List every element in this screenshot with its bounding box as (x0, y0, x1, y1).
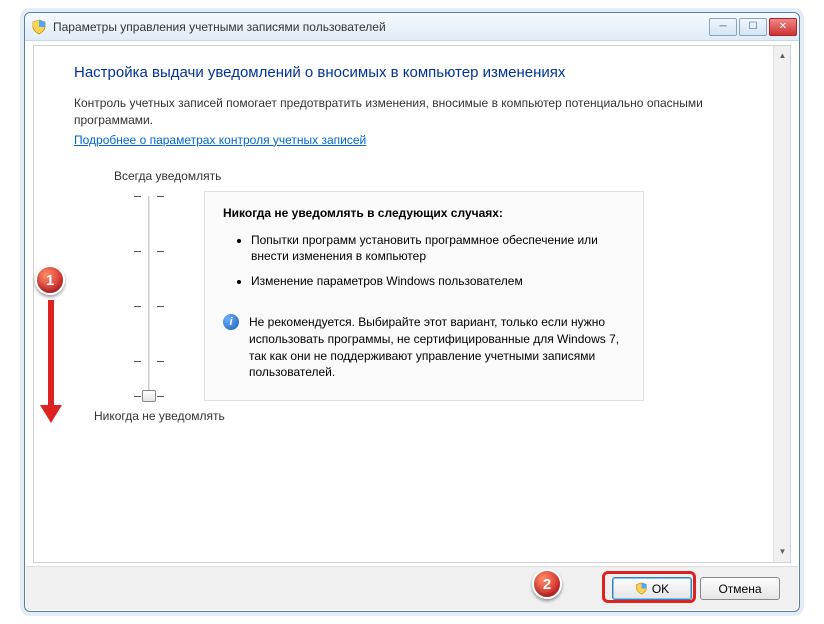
button-bar: OK Отмена (26, 566, 798, 610)
annotation-arrow (48, 300, 54, 410)
panel-title: Никогда не уведомлять в следующих случая… (223, 206, 625, 220)
page-title: Настройка выдачи уведомлений о вносимых … (74, 64, 733, 81)
uac-slider[interactable] (134, 191, 164, 401)
annotation-badge-2: 2 (532, 569, 562, 599)
scroll-up-icon[interactable]: ▲ (775, 47, 790, 64)
titlebar: Параметры управления учетными записями п… (25, 13, 799, 41)
maximize-button[interactable]: ☐ (739, 18, 767, 36)
uac-help-link[interactable]: Подробнее о параметрах контроля учетных … (74, 133, 366, 147)
scroll-down-icon[interactable]: ▼ (775, 543, 790, 560)
slider-label-top: Всегда уведомлять (114, 169, 733, 183)
slider-track-line (148, 196, 150, 396)
slider-section: Всегда уведомлять (74, 169, 733, 423)
close-button[interactable]: ✕ (769, 18, 797, 36)
slider-tick (134, 306, 164, 307)
slider-tick (134, 196, 164, 197)
shield-icon (31, 19, 47, 35)
ok-button-label: OK (652, 582, 669, 596)
slider-tick (134, 251, 164, 252)
slider-label-bottom: Никогда не уведомлять (94, 409, 733, 423)
shield-icon (635, 582, 648, 595)
list-item: Попытки программ установить программное … (251, 232, 625, 266)
annotation-arrow-head (40, 405, 62, 423)
content-inner: Настройка выдачи уведомлений о вносимых … (34, 46, 773, 441)
uac-settings-window: Параметры управления учетными записями п… (24, 12, 800, 612)
intro-text: Контроль учетных записей помогает предот… (74, 95, 714, 129)
ok-button[interactable]: OK (612, 577, 692, 600)
info-icon: i (223, 314, 239, 330)
minimize-button[interactable]: ─ (709, 18, 737, 36)
slider-thumb[interactable] (142, 390, 156, 402)
slider-track-area (74, 191, 194, 401)
panel-list: Попытки программ установить программное … (251, 232, 625, 290)
window-controls: ─ ☐ ✕ (707, 18, 797, 36)
cancel-button-label: Отмена (718, 582, 761, 596)
info-panel: Никогда не уведомлять в следующих случая… (204, 191, 644, 401)
list-item: Изменение параметров Windows пользовател… (251, 273, 625, 290)
slider-tick (134, 361, 164, 362)
content-area: ▲ ▼ Настройка выдачи уведомлений о вноси… (33, 45, 791, 563)
note-row: i Не рекомендуется. Выбирайте этот вариа… (223, 314, 625, 381)
scrollbar[interactable]: ▲ ▼ (773, 46, 790, 562)
note-text: Не рекомендуется. Выбирайте этот вариант… (249, 314, 625, 381)
cancel-button[interactable]: Отмена (700, 577, 780, 600)
annotation-badge-1: 1 (35, 265, 65, 295)
window-title: Параметры управления учетными записями п… (53, 20, 707, 34)
